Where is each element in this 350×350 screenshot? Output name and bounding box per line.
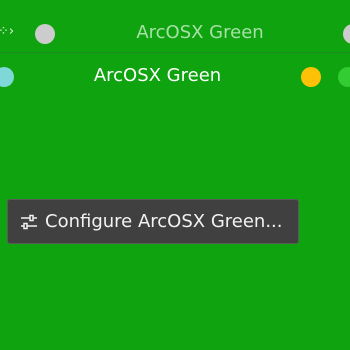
active-minimize-button[interactable]	[301, 67, 321, 87]
sliders-icon	[20, 214, 38, 230]
active-window-title: ArcOSX Green	[93, 65, 222, 86]
active-maximize-button[interactable]	[338, 67, 350, 87]
active-left-button[interactable]	[0, 67, 14, 87]
inactive-close-button[interactable]	[35, 24, 55, 44]
configure-menu-item[interactable]: Configure ArcOSX Green...	[7, 199, 299, 244]
move-icon[interactable]: ⁘›	[0, 24, 14, 40]
inactive-window-title: ArcOSX Green	[136, 22, 264, 43]
inactive-window-titlebar: ⁘› ArcOSX Green	[0, 0, 350, 53]
inactive-maximize-button[interactable]	[343, 24, 350, 44]
configure-label: Configure ArcOSX Green...	[45, 211, 283, 232]
decoration-preview: ⁘› ArcOSX Green ArcOSX Green Configure A…	[0, 0, 350, 350]
